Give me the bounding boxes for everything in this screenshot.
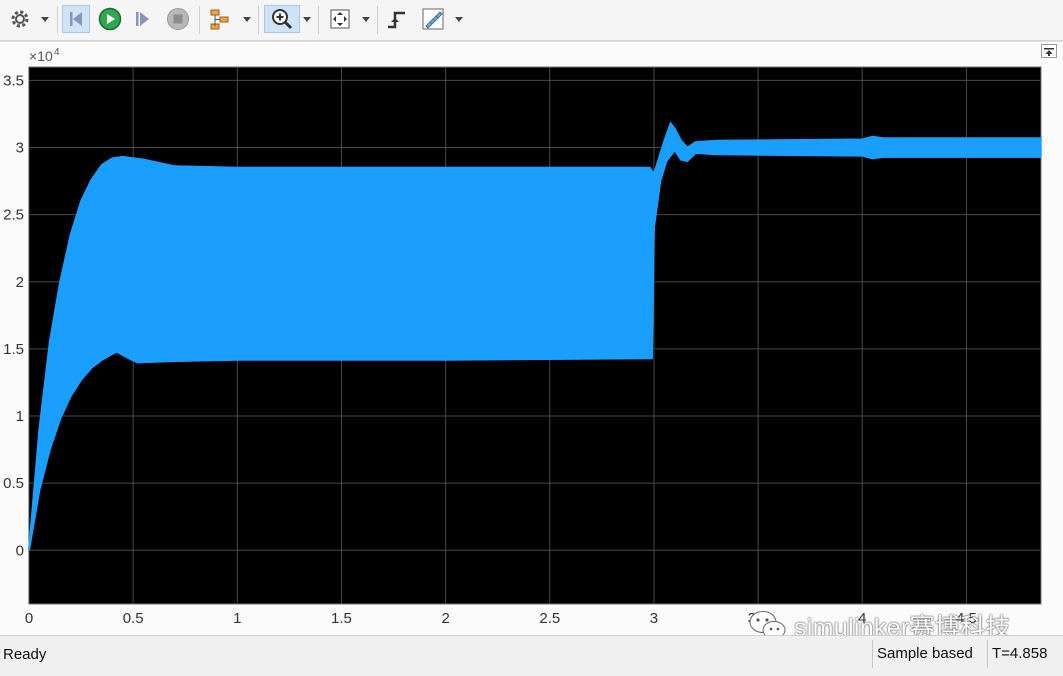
chevron-down-icon (455, 16, 463, 22)
gear-icon (11, 10, 29, 28)
chart-svg[interactable]: 00.511.522.533.544.500.511.522.533.5×104 (0, 42, 1063, 635)
hierarchy-icon (210, 9, 229, 30)
step-forward-icon (136, 12, 149, 26)
status-bar: Ready Sample based T=4.858 (0, 635, 1063, 676)
y-exponent-label: ×10 (29, 48, 53, 64)
signal-selector-dropdown[interactable] (242, 14, 252, 24)
chevron-down-icon (303, 16, 311, 22)
zoom-in-button[interactable] (264, 5, 300, 33)
y-tick-label: 1.5 (3, 341, 24, 358)
chevron-down-icon (243, 16, 251, 22)
step-back-button[interactable] (62, 5, 90, 33)
autoscale-button[interactable] (326, 5, 354, 33)
x-tick-label: 0 (25, 610, 33, 627)
stop-button[interactable] (164, 5, 192, 33)
trigger-icon (388, 11, 405, 29)
toolbar-separator (258, 6, 259, 34)
settings-dropdown[interactable] (40, 14, 50, 24)
autoscale-icon (330, 9, 350, 29)
x-tick-label: 0.5 (123, 610, 144, 627)
x-tick-label: 1.5 (331, 610, 352, 627)
zoom-in-icon (272, 9, 293, 30)
y-tick-label: 0 (16, 542, 24, 559)
trigger-button[interactable] (383, 5, 411, 33)
x-tick-label: 3 (650, 610, 658, 627)
toolbar (0, 0, 1063, 41)
stop-icon (167, 8, 189, 30)
toolbar-separator (377, 6, 378, 34)
toolbar-separator (318, 6, 319, 34)
chevron-down-icon (41, 16, 49, 22)
autoscale-dropdown[interactable] (361, 14, 371, 24)
y-tick-label: 2.5 (3, 207, 24, 224)
y-tick-label: 0.5 (3, 475, 24, 492)
y-tick-label: 3.5 (3, 72, 24, 89)
ruler-icon (422, 8, 444, 30)
run-button[interactable] (96, 5, 124, 33)
step-forward-button[interactable] (130, 5, 158, 33)
signal-selector-button[interactable] (206, 5, 234, 33)
toolbar-separator (57, 6, 58, 34)
y-tick-label: 2 (16, 274, 24, 291)
zoom-dropdown[interactable] (302, 14, 312, 24)
x-tick-label: 2 (441, 610, 449, 627)
settings-button[interactable] (6, 5, 34, 33)
y-exponent-power: 4 (54, 47, 60, 58)
toolbar-separator (199, 6, 200, 34)
measure-dropdown[interactable] (454, 14, 464, 24)
play-icon (98, 7, 122, 31)
x-tick-label: 1 (233, 610, 241, 627)
cursor-measure-button[interactable] (419, 5, 447, 33)
step-back-icon (70, 12, 82, 26)
scope-axes-panel: 00.511.522.533.544.500.511.522.533.5×104 (0, 41, 1063, 635)
x-tick-label: 2.5 (539, 610, 560, 627)
chevron-down-icon (362, 16, 370, 22)
y-tick-label: 3 (16, 140, 24, 157)
status-ready: Ready (3, 646, 47, 663)
y-tick-label: 1 (16, 408, 24, 425)
status-mode: Sample based (872, 640, 977, 668)
status-time: T=4.858 (987, 640, 1051, 668)
